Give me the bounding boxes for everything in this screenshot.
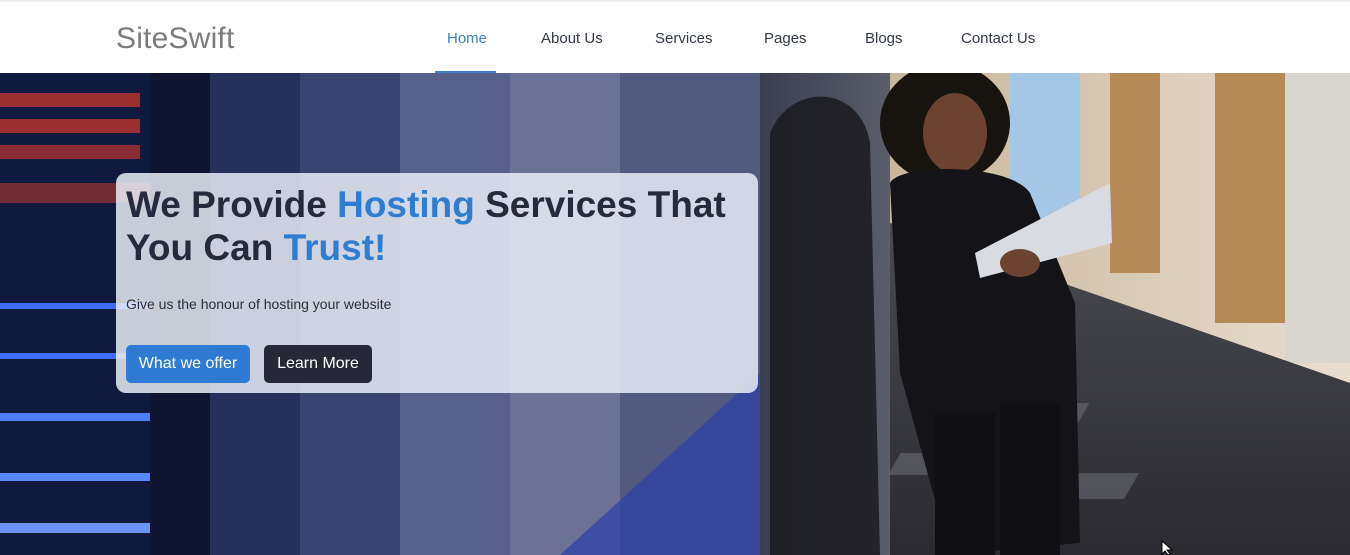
what-we-offer-button[interactable]: What we offer <box>126 345 250 383</box>
hero-title-accent-hosting: Hosting <box>337 184 475 225</box>
page: SiteSwift Home About Us Services Pages B… <box>0 0 1350 555</box>
learn-more-button[interactable]: Learn More <box>264 345 372 383</box>
nav-services[interactable]: Services <box>655 30 713 47</box>
nav-blogs[interactable]: Blogs <box>865 30 903 47</box>
nav-about-us[interactable]: About Us <box>541 30 603 47</box>
nav-pages[interactable]: Pages <box>764 30 807 47</box>
hero-title-accent-trust: Trust! <box>283 227 387 268</box>
hero-section: We Provide Hosting Services That You Can… <box>0 73 1350 555</box>
top-navbar: SiteSwift Home About Us Services Pages B… <box>0 0 1350 75</box>
hero-title: We Provide Hosting Services That You Can… <box>126 184 726 268</box>
mouse-cursor-icon <box>1161 540 1174 555</box>
hero-card: We Provide Hosting Services That You Can… <box>116 173 758 393</box>
nav-contact-us[interactable]: Contact Us <box>961 30 1035 47</box>
main-nav: Home About Us Services Pages Blogs Conta… <box>0 2 1350 75</box>
nav-home[interactable]: Home <box>447 30 487 47</box>
hero-subtitle: Give us the honour of hosting your websi… <box>126 296 392 312</box>
